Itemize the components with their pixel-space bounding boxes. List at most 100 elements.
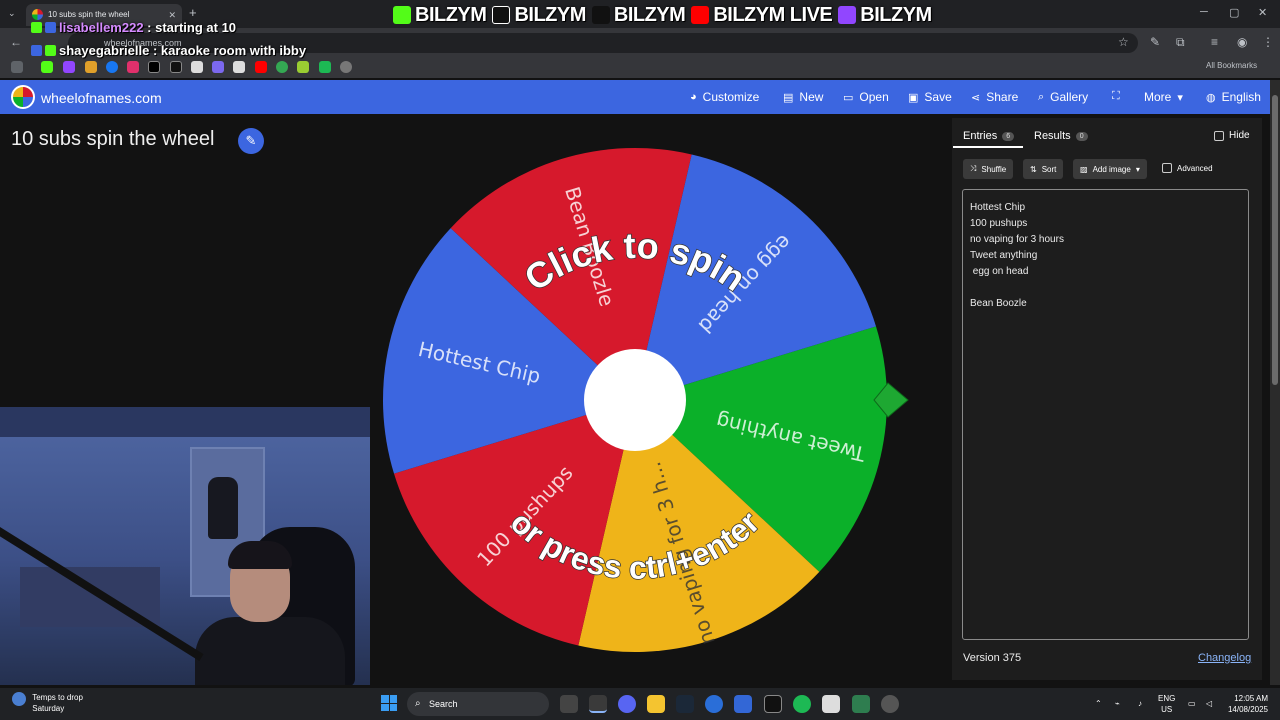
- bookmark-icon[interactable]: [212, 61, 224, 73]
- bookmark-icon[interactable]: [340, 61, 352, 73]
- hide-checkbox[interactable]: [1214, 130, 1224, 141]
- more-label: More: [1144, 90, 1172, 104]
- scrollbar-thumb[interactable]: [1272, 95, 1278, 385]
- changelog-link[interactable]: Changelog: [1198, 652, 1251, 664]
- puzzle-icon[interactable]: ⧉: [1176, 35, 1185, 50]
- profile-icon[interactable]: ◉: [1237, 35, 1247, 49]
- new-button[interactable]: ▤ New: [783, 90, 823, 104]
- spotify-app-icon[interactable]: [793, 695, 811, 713]
- pencil-icon: ✎: [245, 133, 257, 148]
- google-bookmark-icon[interactable]: [276, 61, 288, 73]
- chrome-app-icon[interactable]: [589, 695, 607, 713]
- minimize-icon[interactable]: ─: [1200, 6, 1208, 18]
- capcut-app-icon[interactable]: [764, 695, 782, 713]
- chat-message: lisabellem222 : starting at 10: [31, 20, 236, 35]
- back-icon[interactable]: ←: [10, 35, 22, 49]
- weather-widget[interactable]: Temps to drop Saturday: [12, 692, 83, 714]
- bookmark-icon[interactable]: [297, 61, 309, 73]
- language-button[interactable]: ◍ English: [1206, 90, 1261, 104]
- maximize-icon[interactable]: ▢: [1229, 6, 1239, 19]
- tab-search-icon[interactable]: ⌄: [8, 8, 16, 19]
- weather-icon: [12, 692, 26, 706]
- entries-textarea[interactable]: Hottest Chip 100 pushups no vaping for 3…: [962, 189, 1249, 640]
- apps-grid-icon[interactable]: [11, 61, 23, 73]
- media-icon[interactable]: ≡: [1211, 35, 1218, 49]
- banner-handle: BILZYM: [415, 3, 487, 26]
- chevron-down-icon: ▾: [1135, 164, 1140, 174]
- close-window-icon[interactable]: ✕: [1258, 6, 1267, 19]
- kick-bookmark-icon[interactable]: [41, 61, 53, 73]
- new-tab-button[interactable]: +: [189, 5, 197, 20]
- bookmark-icon[interactable]: [85, 61, 97, 73]
- chevron-down-icon: ▾: [1177, 91, 1183, 104]
- explorer-app-icon[interactable]: [647, 695, 665, 713]
- lang-region: US: [1161, 705, 1173, 714]
- save-button[interactable]: ▣ Save: [908, 90, 952, 104]
- hide-toggle[interactable]: Hide: [1214, 130, 1250, 141]
- display-icon[interactable]: ▭: [1188, 698, 1196, 709]
- save-label: Save: [924, 90, 952, 104]
- tiktok-bookmark-icon[interactable]: [170, 61, 182, 73]
- advanced-checkbox[interactable]: [1162, 163, 1172, 173]
- add-image-button[interactable]: ▨ Add image ▾: [1073, 159, 1147, 179]
- bookmark-star-icon[interactable]: ☆: [1118, 35, 1129, 49]
- tab-label: Entries: [963, 130, 998, 142]
- store-app-icon[interactable]: [822, 695, 840, 713]
- discord-app-icon[interactable]: [618, 695, 636, 713]
- lang-code: ENG: [1158, 694, 1176, 703]
- fullscreen-button[interactable]: ⛶: [1112, 90, 1120, 103]
- volume-icon[interactable]: ◁: [1206, 698, 1212, 709]
- advanced-label: Advanced: [1177, 163, 1213, 173]
- excel-app-icon[interactable]: [852, 695, 870, 713]
- app-icon[interactable]: [705, 695, 723, 713]
- instagram-bookmark-icon[interactable]: [127, 61, 139, 73]
- screen: ⌄ 10 subs spin the wheel ✕ + ─ ▢ ✕ ← whe…: [0, 0, 1280, 720]
- shuffle-icon: ⤨: [970, 164, 977, 173]
- menu-dots-icon[interactable]: ⋮: [1262, 35, 1274, 49]
- shuffle-button[interactable]: ⤨ Shuffle: [963, 159, 1014, 179]
- advanced-toggle[interactable]: Advanced: [1162, 163, 1213, 173]
- app-icon[interactable]: [734, 695, 752, 713]
- x-bookmark-icon[interactable]: [148, 61, 160, 73]
- steam-app-icon[interactable]: [676, 695, 694, 713]
- entry-line: egg on head: [970, 266, 1029, 277]
- tab-entries[interactable]: Entries 6: [963, 130, 1015, 142]
- shuffle-label: Shuffle: [981, 164, 1007, 174]
- all-bookmarks[interactable]: All Bookmarks: [1206, 61, 1257, 70]
- edit-title-button[interactable]: ✎: [238, 128, 264, 154]
- sort-button[interactable]: ⇅ Sort: [1023, 159, 1064, 179]
- share-button[interactable]: ⋖ Share: [971, 90, 1018, 104]
- obs-app-icon[interactable]: [881, 695, 899, 713]
- new-label: New: [799, 90, 824, 104]
- task-view-icon[interactable]: [560, 695, 578, 713]
- sheets-bookmark-icon[interactable]: [319, 61, 331, 73]
- language-indicator[interactable]: ENG US: [1158, 693, 1175, 715]
- search-icon: ⌕: [415, 698, 421, 709]
- site-name[interactable]: wheelofnames.com: [41, 90, 162, 106]
- gallery-button[interactable]: ⌕ Gallery: [1038, 90, 1088, 104]
- open-button[interactable]: ▭ Open: [843, 90, 889, 104]
- twitch-icon: [838, 6, 857, 24]
- network-icon[interactable]: ⌁: [1115, 698, 1120, 709]
- wheel[interactable]: Tweet anythingno vaping for 3 h...100 pu…: [370, 140, 915, 660]
- twitch-bookmark-icon[interactable]: [63, 61, 75, 73]
- tab-count: 0: [1075, 131, 1088, 141]
- entry-line: Bean Boozle: [970, 298, 1027, 309]
- more-button[interactable]: More ▾: [1144, 90, 1183, 104]
- save-icon: ▣: [908, 91, 919, 104]
- facebook-bookmark-icon[interactable]: [106, 61, 118, 73]
- start-button[interactable]: [381, 695, 397, 711]
- customize-button[interactable]: ◕ Customize: [690, 90, 759, 104]
- bookmark-icon[interactable]: [233, 61, 245, 73]
- mic-icon[interactable]: ♪: [1138, 698, 1142, 709]
- bookmark-icon[interactable]: [191, 61, 203, 73]
- youtube-bookmark-icon[interactable]: [255, 61, 267, 73]
- extension-icon[interactable]: ✎: [1150, 35, 1160, 49]
- tab-results[interactable]: Results 0: [1034, 130, 1088, 142]
- taskbar-search[interactable]: ⌕ Search: [407, 692, 549, 716]
- wheel-logo-icon[interactable]: [11, 85, 35, 109]
- page-title: 10 subs spin the wheel: [11, 128, 215, 150]
- wheel-center[interactable]: [584, 349, 686, 451]
- clock[interactable]: 12:05 AM 14/08/2025: [1222, 693, 1268, 715]
- chevron-up-icon[interactable]: ⌃: [1095, 698, 1102, 709]
